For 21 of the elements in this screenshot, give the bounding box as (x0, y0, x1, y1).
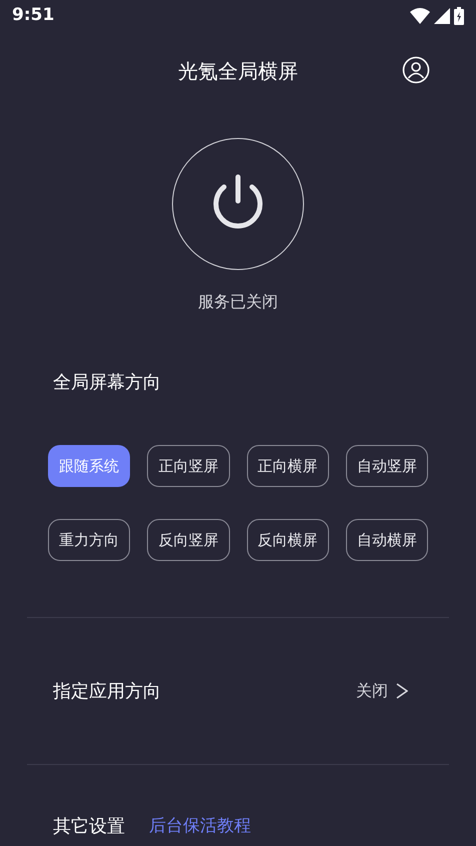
orientation-option[interactable]: 重力方向 (48, 519, 130, 561)
app-orientation-value[interactable]: 关闭 (356, 679, 408, 703)
wifi-icon (410, 8, 430, 24)
setting-label: 指定应用方向 (53, 680, 161, 704)
signal-icon (434, 8, 450, 24)
orientation-option[interactable]: 反向横屏 (246, 519, 329, 561)
power-button[interactable] (172, 138, 304, 270)
orientation-option[interactable]: 自动横屏 (346, 519, 428, 561)
orientation-option[interactable]: 自动竖屏 (346, 445, 428, 487)
app-title: 光氪全局横屏 (178, 58, 298, 85)
section-title: 全局屏幕方向 (53, 371, 162, 395)
service-status: 服务已关闭 (198, 291, 278, 313)
account-icon[interactable] (402, 56, 430, 84)
orientation-option[interactable]: 反向竖屏 (147, 519, 230, 561)
chevron-icon (396, 683, 408, 699)
tutorial-link[interactable]: 后台保活教程 (149, 814, 251, 840)
status-time: 9:51 (12, 4, 54, 28)
orientation-option[interactable]: 正向竖屏 (147, 445, 230, 487)
setting-label: 其它设置 (53, 815, 125, 839)
orientation-option[interactable]: 正向横屏 (246, 445, 329, 487)
battery-icon (454, 7, 464, 25)
